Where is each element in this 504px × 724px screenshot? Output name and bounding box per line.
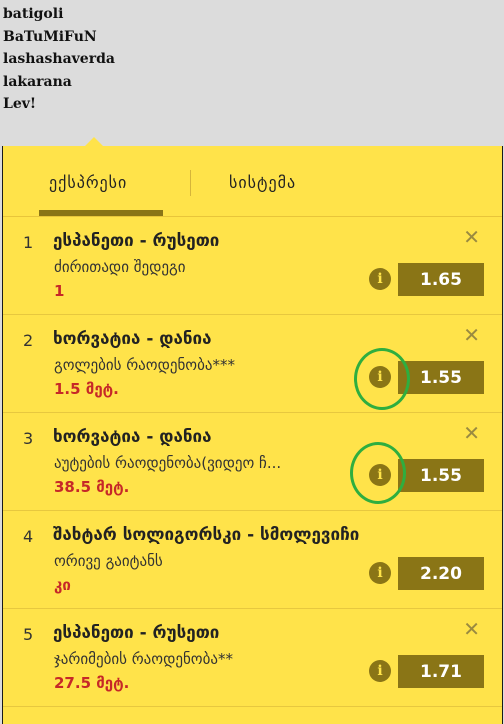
- odds-badge: 1.71: [398, 655, 484, 688]
- bet-outcome: 38.5 მეტ.: [54, 478, 130, 496]
- bet-event: ესპანეთი - რუსეთი: [53, 623, 220, 643]
- user-list: batigoli BaTuMiFuN lashashaverda lakaran…: [3, 3, 115, 116]
- info-icon[interactable]: i: [369, 366, 391, 388]
- close-icon[interactable]: ✕: [463, 617, 480, 641]
- bet-number: 3: [23, 429, 34, 448]
- user-name: lashashaverda: [3, 51, 115, 67]
- bet-number: 5: [23, 625, 34, 644]
- bet-outcome: 1.5 მეტ.: [54, 380, 119, 398]
- close-icon[interactable]: ✕: [463, 225, 480, 249]
- user-name: BaTuMiFuN: [3, 28, 97, 45]
- bet-market: ძირითადი შედეგი: [54, 258, 186, 276]
- bet-number: 4: [23, 527, 34, 546]
- user-name: lakarana: [3, 73, 72, 90]
- bet-market: ჯარიმების რაოდენობა**: [54, 650, 233, 668]
- odds-badge: 1.65: [398, 263, 484, 296]
- bet-market: ორივე გაიტანს: [54, 552, 163, 570]
- bet-item: 4 შახტარ სოლიგორსკი - სმოლევიჩი ორივე გა…: [3, 511, 502, 609]
- bet-type-tabs: ექსპრესი სისტემა: [3, 146, 502, 217]
- info-icon[interactable]: i: [369, 562, 391, 584]
- bet-event: ხორვატია - დანია: [53, 427, 212, 447]
- active-tab-indicator: [39, 210, 163, 216]
- bet-slip-panel: ექსპრესი სისტემა 1 ესპანეთი - რუსეთი ძირ…: [2, 146, 503, 724]
- bet-list: 1 ესპანეთი - რუსეთი ძირითადი შედეგი 1 ✕ …: [3, 217, 502, 707]
- bet-number: 2: [23, 331, 34, 350]
- bet-market: აუტების რაოდენობა(ვიდეო ჩ...: [54, 454, 282, 472]
- tab-express[interactable]: ექსპრესი: [49, 173, 127, 192]
- bet-event: ესპანეთი - რუსეთი: [53, 231, 220, 251]
- close-icon[interactable]: ✕: [463, 421, 480, 445]
- odds-badge: 2.20: [398, 557, 484, 590]
- user-name: Lev!: [3, 96, 37, 112]
- bet-outcome: 27.5 მეტ.: [54, 674, 130, 692]
- bet-event: ხორვატია - დანია: [53, 329, 212, 349]
- bet-item: 2 ხორვატია - დანია გოლების რაოდენობა*** …: [3, 315, 502, 413]
- user-name: batigoli: [3, 6, 64, 22]
- bet-outcome: 1: [54, 282, 65, 300]
- info-icon[interactable]: i: [369, 268, 391, 290]
- bet-item: 5 ესპანეთი - რუსეთი ჯარიმების რაოდენობა*…: [3, 609, 502, 707]
- bet-item: 1 ესპანეთი - რუსეთი ძირითადი შედეგი 1 ✕ …: [3, 217, 502, 315]
- odds-badge: 1.55: [398, 459, 484, 492]
- tab-divider: [190, 170, 191, 196]
- tab-system[interactable]: სისტემა: [229, 173, 296, 192]
- odds-badge: 1.55: [398, 361, 484, 394]
- bet-event: შახტარ სოლიგორსკი - სმოლევიჩი: [53, 525, 360, 545]
- info-icon[interactable]: i: [369, 660, 391, 682]
- bet-number: 1: [23, 233, 34, 252]
- bet-item: 3 ხორვატია - დანია აუტების რაოდენობა(ვიდ…: [3, 413, 502, 511]
- bet-market: გოლების რაოდენობა***: [54, 356, 235, 374]
- bet-outcome: კი: [54, 576, 71, 594]
- close-icon[interactable]: ✕: [463, 323, 480, 347]
- info-icon[interactable]: i: [369, 464, 391, 486]
